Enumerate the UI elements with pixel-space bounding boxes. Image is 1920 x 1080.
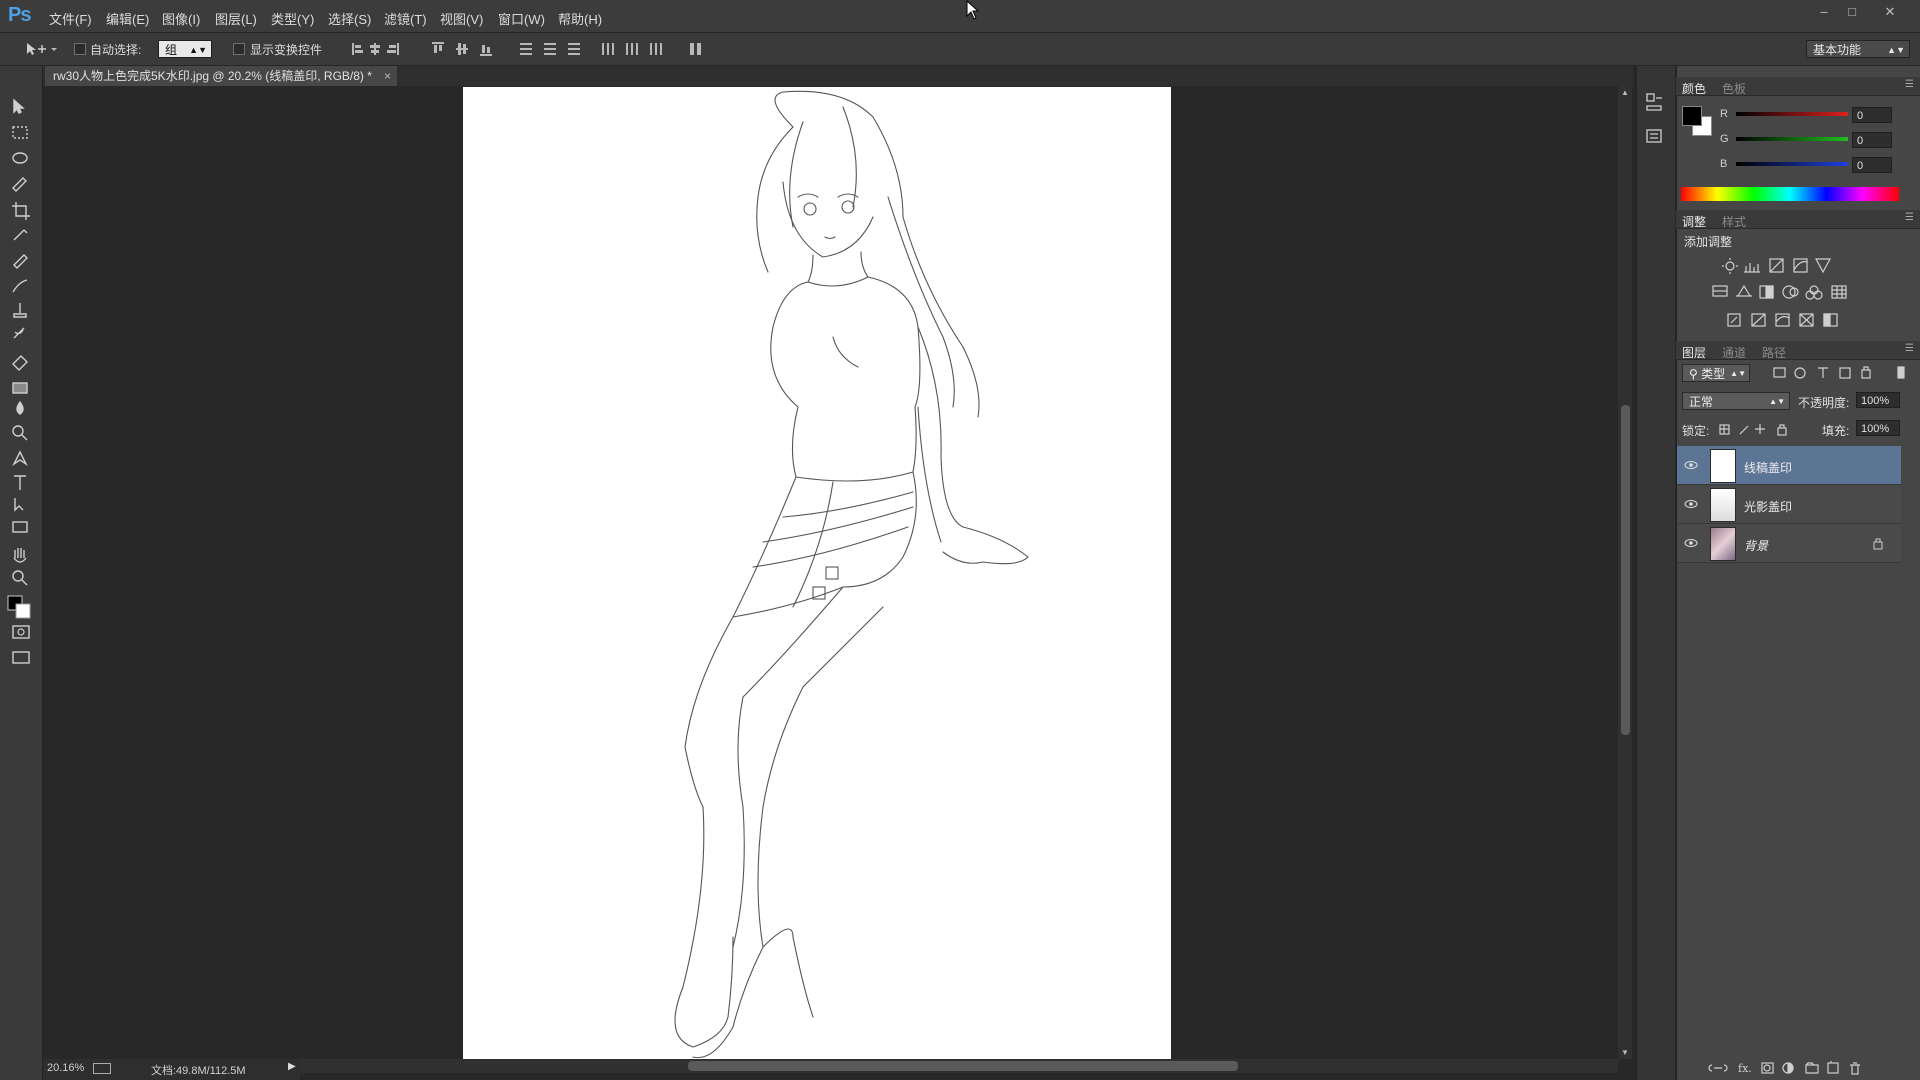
menu-image[interactable]: 图像(I): [162, 9, 200, 28]
horizontal-scroll-thumb[interactable]: [688, 1061, 1238, 1071]
vertical-scroll-thumb[interactable]: [1621, 405, 1630, 735]
fill-label: 填充:: [1822, 424, 1850, 438]
green-value[interactable]: 0: [1852, 132, 1892, 148]
align-distribute-toolbar[interactable]: [350, 40, 710, 58]
foreground-color-swatch-front[interactable]: [1682, 106, 1702, 126]
dropdown-arrow-icon: ▲▼: [189, 45, 207, 55]
menu-filter[interactable]: 滤镜(T): [384, 9, 427, 28]
dropdown-arrow-icon: ▲▼: [1887, 45, 1905, 55]
auto-select-dropdown[interactable]: 组 ▲▼: [158, 40, 212, 58]
menu-layer[interactable]: 图层(L): [215, 9, 257, 28]
visibility-eye-icon[interactable]: [1684, 458, 1698, 472]
auto-select-value: 组: [165, 43, 178, 57]
mouse-cursor-icon: [966, 0, 980, 20]
opacity-label: 不透明度:: [1798, 396, 1850, 410]
blue-slider[interactable]: [1736, 162, 1848, 166]
menu-help[interactable]: 帮助(H): [558, 9, 602, 28]
document-tab[interactable]: rw30人物上色完成5K水印.jpg @ 20.2% (线稿盖印, RGB/8)…: [45, 66, 397, 86]
document-canvas[interactable]: [463, 87, 1171, 1059]
status-bar: 20.16% 文档:49.8M/112.5M ▶: [43, 1059, 300, 1080]
channel-g-label: G: [1720, 133, 1729, 145]
tab-color[interactable]: 颜色: [1682, 80, 1706, 97]
layer-name[interactable]: 光影盖印: [1744, 498, 1792, 515]
tab-adjustments[interactable]: 调整: [1682, 213, 1706, 230]
menu-file[interactable]: 文件(F): [49, 9, 92, 28]
blend-mode-dropdown[interactable]: 正常 ▲▼: [1682, 392, 1790, 410]
menu-view[interactable]: 视图(V): [440, 9, 483, 28]
channel-b-label: B: [1720, 158, 1728, 170]
panel-menu-icon[interactable]: ☰: [1905, 212, 1914, 223]
menu-window[interactable]: 窗口(W): [498, 9, 545, 28]
line-art-drawing: [674, 90, 1029, 1059]
dropdown-arrow-icon: ▲▼: [1769, 397, 1785, 406]
proof-icon[interactable]: [93, 1063, 111, 1074]
app-logo: Ps: [8, 4, 31, 26]
fill-field[interactable]: 100%: [1856, 420, 1900, 436]
workspace-label: 基本功能: [1813, 43, 1862, 57]
doc-size-info: 文档:49.8M/112.5M: [151, 1065, 246, 1077]
color-spectrum[interactable]: [1681, 187, 1899, 201]
tab-styles[interactable]: 样式: [1722, 213, 1746, 230]
menu-edit[interactable]: 编辑(E): [106, 9, 149, 28]
move-tool-preset-icon[interactable]: [24, 40, 58, 58]
show-transform-label: 显示变换控件: [250, 43, 323, 57]
layer-lock-icon: [1873, 538, 1883, 550]
collapsed-panel-strip: [1636, 66, 1675, 1080]
red-value[interactable]: 0: [1852, 107, 1892, 123]
layers-panel-tabs: 图层 通道 路径 ☰: [1676, 341, 1920, 360]
adjustment-icons[interactable]: [1708, 256, 1858, 330]
channel-r-label: R: [1720, 108, 1728, 120]
zoom-level[interactable]: 20.16%: [47, 1062, 84, 1074]
layer-filter-dropdown[interactable]: ⚲ 类型 ▲▼: [1682, 364, 1750, 382]
minimize-icon[interactable]: –: [1814, 4, 1834, 20]
layer-thumbnail: [1710, 527, 1736, 561]
workspace-switcher[interactable]: 基本功能 ▲▼: [1806, 40, 1910, 58]
green-slider[interactable]: [1736, 137, 1848, 141]
layer-name[interactable]: 背景: [1744, 537, 1768, 554]
layer-name[interactable]: 线稿盖印: [1744, 459, 1792, 476]
scroll-down-icon[interactable]: ▼: [1621, 1048, 1629, 1057]
show-transform-checkbox[interactable]: [233, 43, 245, 55]
close-tab-icon[interactable]: ×: [384, 66, 391, 86]
layer-thumbnail: [1710, 488, 1736, 522]
add-adjustment-title: 添加调整: [1684, 235, 1733, 249]
tab-layers[interactable]: 图层: [1682, 344, 1706, 361]
document-tab-title: rw30人物上色完成5K水印.jpg @ 20.2% (线稿盖印, RGB/8)…: [53, 69, 372, 83]
dropdown-arrow-icon: ▲▼: [1730, 369, 1746, 378]
panel-menu-icon[interactable]: ☰: [1905, 79, 1914, 90]
tool-icons: [7, 98, 31, 664]
status-menu-arrow-icon[interactable]: ▶: [288, 1061, 296, 1072]
panel-menu-icon[interactable]: ☰: [1905, 343, 1914, 354]
scroll-up-icon[interactable]: ▲: [1621, 88, 1629, 97]
menu-type[interactable]: 类型(Y): [271, 9, 314, 28]
menu-select[interactable]: 选择(S): [328, 9, 371, 28]
close-icon[interactable]: ✕: [1880, 4, 1900, 20]
menu-bar: Ps 文件(F) 编辑(E) 图像(I) 图层(L) 类型(Y) 选择(S) 滤…: [0, 0, 1920, 33]
layer-filter-icons[interactable]: [1770, 365, 1910, 381]
opacity-field[interactable]: 100%: [1856, 392, 1900, 408]
adjust-panel-tabs: 调整 样式 ☰: [1676, 210, 1920, 229]
layer-thumbnail: [1710, 449, 1736, 483]
layer-filter-value: 类型: [1701, 367, 1726, 381]
history-and-properties-icons[interactable]: [1644, 92, 1666, 152]
tab-swatches[interactable]: 色板: [1722, 80, 1746, 97]
svg-text:fx.: fx.: [1738, 1062, 1752, 1075]
visibility-eye-icon[interactable]: [1684, 497, 1698, 511]
auto-select-label: 自动选择:: [90, 43, 142, 57]
blue-value[interactable]: 0: [1852, 157, 1892, 173]
lock-label: 锁定:: [1682, 424, 1710, 438]
auto-select-checkbox[interactable]: [74, 43, 86, 55]
visibility-eye-icon[interactable]: [1684, 536, 1698, 550]
maximize-icon[interactable]: □: [1842, 4, 1862, 20]
color-panel-tabs: 颜色 色板 ☰: [1676, 77, 1920, 96]
tab-channels[interactable]: 通道: [1722, 344, 1746, 361]
blend-mode-value: 正常: [1689, 395, 1714, 409]
tab-paths[interactable]: 路径: [1762, 344, 1786, 361]
red-slider[interactable]: [1736, 112, 1848, 116]
search-icon: ⚲: [1689, 367, 1698, 381]
layers-bottom-toolbar[interactable]: fx.: [1706, 1059, 1906, 1077]
lock-options-icons[interactable]: [1716, 421, 1806, 437]
